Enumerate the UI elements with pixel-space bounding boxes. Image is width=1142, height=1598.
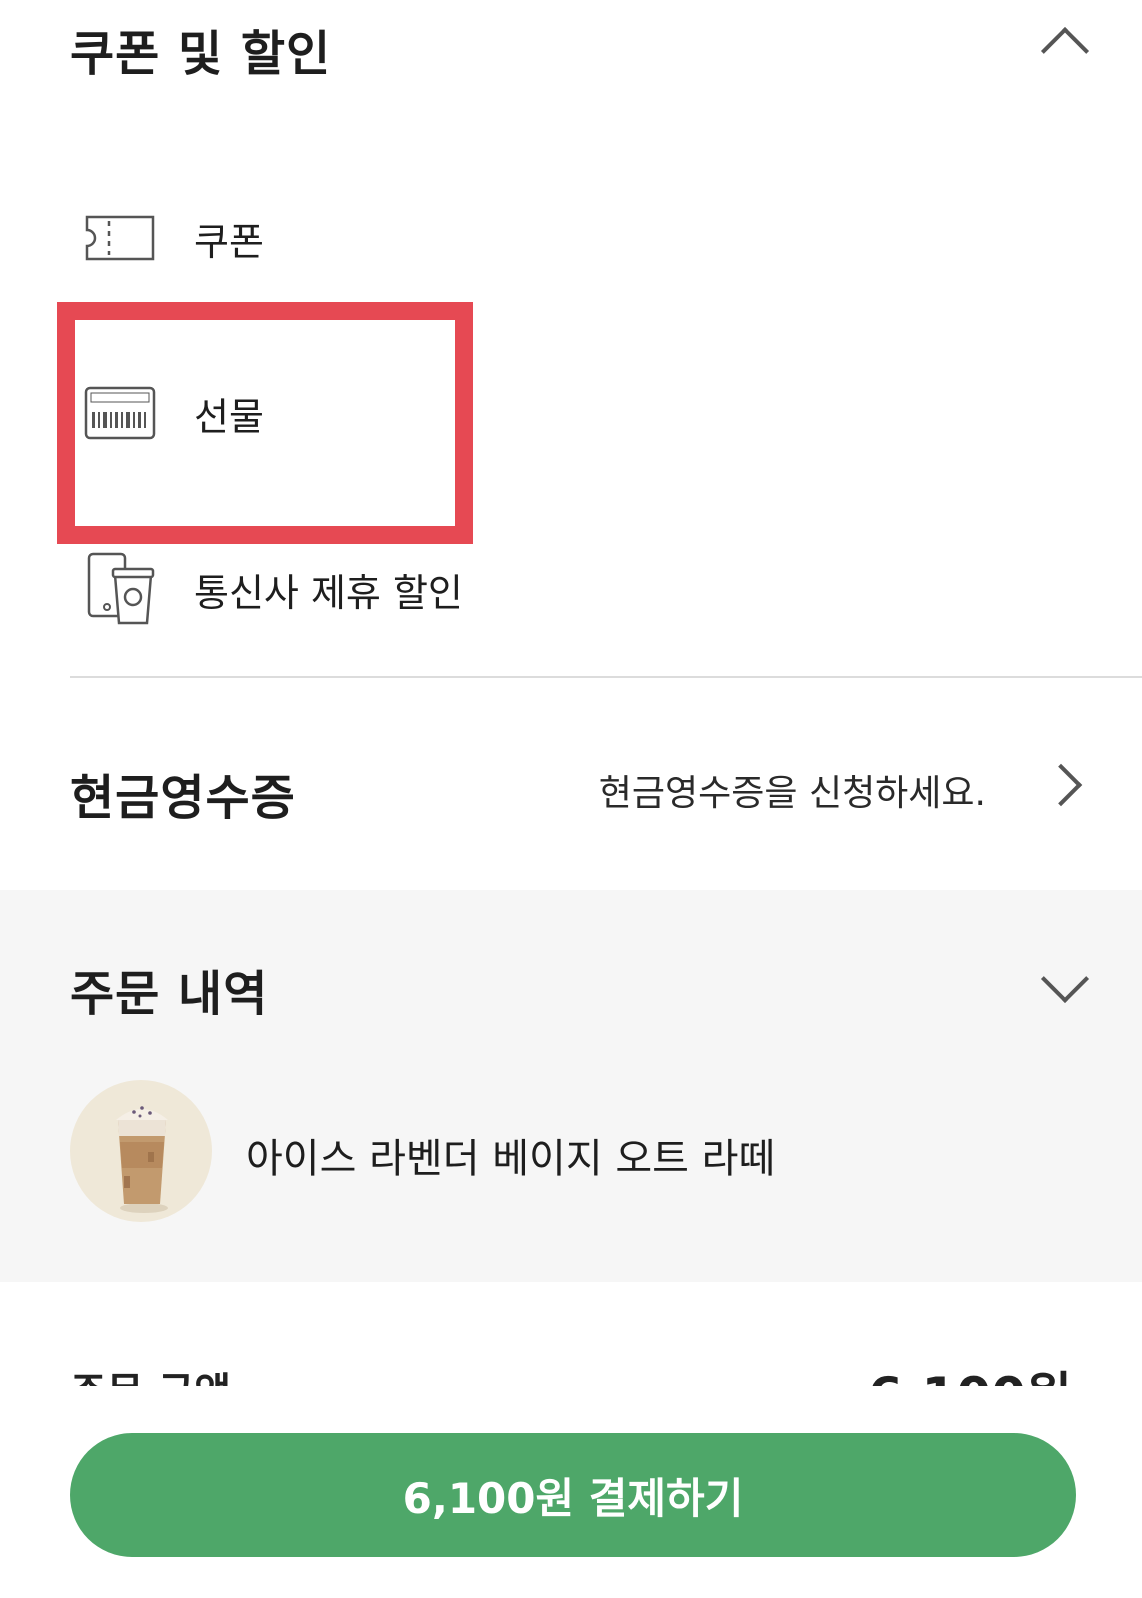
pay-button[interactable]: 6,100원 결제하기	[70, 1433, 1076, 1557]
order-amount-value: 6,100원	[868, 1360, 1072, 1386]
highlight-box	[57, 302, 473, 544]
order-history-title: 주문 내역	[70, 966, 269, 1022]
phone-cup-icon	[80, 549, 160, 629]
order-item-name: 아이스 라벤더 베이지 오트 라떼	[246, 1136, 776, 1182]
chevron-up-icon[interactable]	[1040, 26, 1090, 76]
iced-latte-image	[70, 1080, 212, 1222]
cash-receipt-title: 현금영수증	[70, 770, 296, 826]
option-coupon[interactable]: 쿠폰	[80, 198, 520, 278]
order-amount-row: 주문 금액 6,100원	[0, 1360, 1142, 1386]
option-coupon-label: 쿠폰	[194, 219, 264, 264]
chevron-right-icon[interactable]	[1039, 763, 1083, 807]
order-amount-label: 주문 금액	[70, 1360, 231, 1386]
payment-page: 쿠폰 및 할인 쿠폰 선물 통신사 제휴 할인 현금영수증 현금영수증을 신청하…	[0, 0, 1142, 1598]
coupon-section-title: 쿠폰 및 할인	[70, 26, 332, 82]
ticket-icon	[80, 198, 160, 278]
cash-receipt-hint[interactable]: 현금영수증을 신청하세요.	[599, 764, 986, 816]
section-divider	[70, 676, 1142, 678]
option-telecom-label: 통신사 제휴 할인	[194, 570, 463, 615]
option-telecom-discount[interactable]: 통신사 제휴 할인	[80, 549, 520, 629]
